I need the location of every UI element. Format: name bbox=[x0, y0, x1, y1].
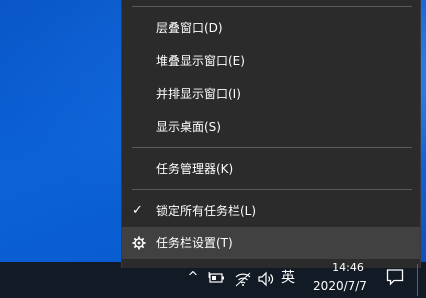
menu-item-label: 并排显示窗口(I) bbox=[156, 87, 241, 101]
menu-item-label: 显示桌面(S) bbox=[156, 120, 221, 134]
input-method-indicator[interactable]: 英 bbox=[278, 268, 298, 288]
menu-item-side-by-side-windows[interactable]: 并排显示窗口(I) bbox=[122, 78, 420, 110]
checkmark-icon: ✓ bbox=[132, 203, 143, 218]
menu-item-stack-windows[interactable]: 堆叠显示窗口(E) bbox=[122, 45, 420, 77]
menu-separator bbox=[132, 147, 412, 148]
menu-item-show-desktop[interactable]: 显示桌面(S) bbox=[122, 111, 420, 143]
menu-item-label: 锁定所有任务栏(L) bbox=[156, 204, 257, 218]
show-hidden-icons-button[interactable]: ^ bbox=[186, 268, 200, 288]
menu-separator bbox=[132, 6, 412, 7]
chevron-up-icon: ^ bbox=[187, 270, 199, 285]
menu-item-label: 任务栏设置(T) bbox=[156, 236, 233, 250]
menu-item-label: 层叠窗口(D) bbox=[156, 21, 223, 35]
menu-item-label: 任务管理器(K) bbox=[156, 162, 234, 176]
taskbar-context-menu: 层叠窗口(D) 堆叠显示窗口(E) 并排显示窗口(I) 显示桌面(S) 任务管理… bbox=[121, 0, 421, 268]
menu-item-taskbar-settings[interactable]: 任务栏设置(T) bbox=[122, 227, 420, 259]
menu-item-lock-taskbars[interactable]: ✓ 锁定所有任务栏(L) bbox=[122, 195, 420, 227]
battery-icon[interactable] bbox=[208, 271, 226, 285]
menu-item-cascade-windows[interactable]: 层叠窗口(D) bbox=[122, 12, 420, 44]
speaker-icon[interactable] bbox=[257, 271, 275, 287]
show-desktop-divider[interactable] bbox=[417, 264, 418, 296]
clock-time[interactable]: 14:46 bbox=[318, 262, 378, 274]
notification-icon[interactable] bbox=[386, 268, 404, 286]
clock-date[interactable]: 2020/7/7 bbox=[306, 278, 374, 294]
wifi-icon[interactable] bbox=[234, 271, 252, 287]
menu-separator bbox=[132, 189, 412, 190]
menu-item-task-manager[interactable]: 任务管理器(K) bbox=[122, 153, 420, 185]
gear-icon bbox=[132, 236, 146, 250]
menu-item-label: 堆叠显示窗口(E) bbox=[156, 54, 245, 68]
